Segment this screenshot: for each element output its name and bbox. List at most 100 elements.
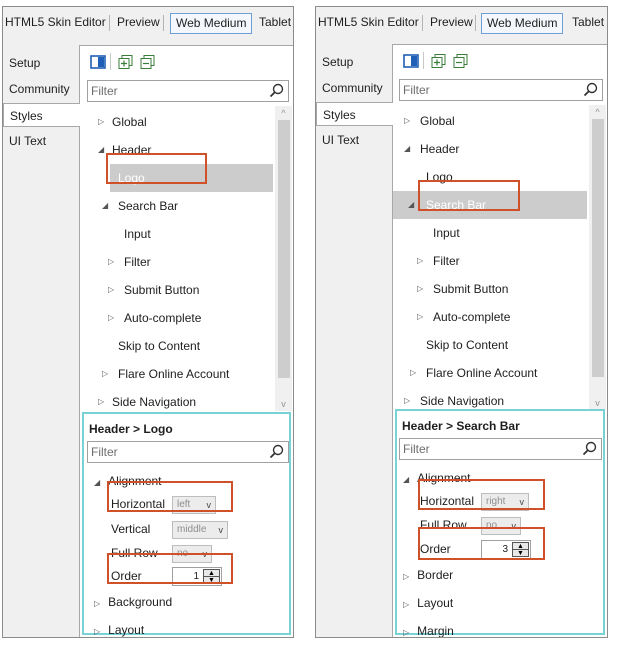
collapse-icon[interactable]: ◢ (404, 135, 410, 163)
sidetab-setup[interactable]: Setup (3, 51, 77, 75)
vertical-select[interactable]: middle v (172, 521, 228, 539)
expand-icon[interactable]: ▷ (404, 387, 410, 410)
property-group-background[interactable]: ▷ Background (94, 591, 172, 613)
tree-node-input[interactable]: Input (80, 220, 275, 248)
tree-node-auto-complete[interactable]: ▷ Auto-complete (393, 303, 589, 331)
scrollbar-thumb[interactable] (278, 120, 290, 378)
tree-node-global[interactable]: ▷ Global (393, 107, 589, 135)
tree-node-filter[interactable]: ▷ Filter (80, 248, 275, 276)
tab-preview[interactable]: Preview (430, 13, 473, 33)
full-row-select[interactable]: no v (172, 545, 212, 563)
tree-node-logo[interactable]: Logo (393, 163, 589, 191)
tab-web-medium[interactable]: Web Medium (170, 13, 253, 34)
tree-node-flare-online-account[interactable]: ▷ Flare Online Account (80, 360, 275, 388)
expand-icon[interactable]: ▷ (403, 600, 409, 609)
tab-html5-skin-editor[interactable]: HTML5 Skin Editor (318, 13, 419, 33)
stepper-buttons[interactable]: ▲ ▼ (203, 569, 220, 584)
tree-node-global[interactable]: ▷ Global (80, 108, 275, 136)
sidetab-community[interactable]: Community (3, 77, 77, 101)
tree-node-filter[interactable]: ▷ Filter (393, 247, 589, 275)
tree-scrollbar[interactable]: ^ v (589, 105, 606, 410)
collapse-icon[interactable]: ◢ (408, 191, 414, 219)
expand-icon[interactable]: ▷ (108, 276, 114, 304)
tree-node-auto-complete[interactable]: ▷ Auto-complete (80, 304, 275, 332)
stepper-down-icon[interactable]: ▼ (513, 550, 528, 557)
expand-icon[interactable]: ▷ (403, 572, 409, 581)
tab-web-medium[interactable]: Web Medium (481, 13, 564, 34)
horizontal-select[interactable]: left v (172, 496, 216, 514)
full-row-select[interactable]: no v (481, 517, 521, 535)
sidetab-ui-text[interactable]: UI Text (3, 129, 77, 153)
tree-node-side-navigation[interactable]: ▷ Side Navigation (393, 387, 589, 410)
tree-filter-input[interactable]: Filter (87, 80, 289, 102)
property-group-border[interactable]: ▷ Border (403, 564, 453, 586)
remove-item-icon[interactable] (453, 54, 469, 68)
sidetab-styles[interactable]: Styles (3, 103, 80, 127)
tree-node-skip-to-content[interactable]: Skip to Content (80, 332, 275, 360)
expand-icon[interactable]: ▷ (417, 247, 423, 275)
panel-icon[interactable] (403, 54, 419, 68)
property-group-layout[interactable]: ▷ Layout (94, 619, 144, 637)
tree-node-skip-to-content[interactable]: Skip to Content (393, 331, 589, 359)
collapse-icon[interactable]: ◢ (94, 478, 100, 487)
expand-icon[interactable]: ▷ (94, 627, 100, 636)
stepper-buttons[interactable]: ▲ ▼ (512, 542, 529, 557)
sidetab-styles[interactable]: Styles (316, 102, 393, 126)
expand-icon[interactable]: ▷ (98, 388, 104, 411)
horizontal-select[interactable]: right v (481, 493, 529, 511)
expand-icon[interactable]: ▷ (403, 628, 409, 637)
scroll-down-icon[interactable]: v (275, 397, 292, 411)
order-stepper[interactable]: 3 ▲ ▼ (481, 540, 531, 559)
expand-icon[interactable]: ▷ (102, 360, 108, 388)
property-group-alignment[interactable]: ◢ Alignment (403, 467, 471, 489)
tab-tablet[interactable]: Tablet (259, 13, 291, 33)
tree-node-input[interactable]: Input (393, 219, 589, 247)
scroll-down-icon[interactable]: v (589, 396, 606, 410)
tree-node-header[interactable]: ◢ Header (80, 136, 275, 164)
property-group-layout[interactable]: ▷ Layout (403, 592, 453, 614)
tree-node-submit-button[interactable]: ▷ Submit Button (80, 276, 275, 304)
scroll-up-icon[interactable]: ^ (275, 106, 292, 120)
tab-html5-skin-editor[interactable]: HTML5 Skin Editor (5, 13, 106, 33)
tree-node-logo[interactable]: Logo (110, 164, 273, 192)
add-item-icon[interactable] (118, 55, 134, 69)
expand-icon[interactable]: ▷ (98, 108, 104, 136)
stepper-up-icon[interactable]: ▲ (204, 570, 219, 577)
collapse-icon[interactable]: ◢ (102, 192, 108, 220)
stepper-up-icon[interactable]: ▲ (513, 543, 528, 550)
styles-content: Filter ▷ Global ◢ Header Logo ◢ Search Bar … (392, 44, 607, 637)
tree-node-side-navigation[interactable]: ▷ Side Navigation (80, 388, 275, 411)
property-group-margin[interactable]: ▷ Margin (403, 620, 454, 637)
expand-icon[interactable]: ▷ (417, 275, 423, 303)
scroll-up-icon[interactable]: ^ (589, 105, 606, 119)
sidetab-setup[interactable]: Setup (316, 50, 390, 74)
tree-node-search-bar[interactable]: ◢ Search Bar (80, 192, 275, 220)
expand-icon[interactable]: ▷ (94, 599, 100, 608)
expand-icon[interactable]: ▷ (404, 107, 410, 135)
order-stepper[interactable]: 1 ▲ ▼ (172, 567, 222, 586)
tree-node-header[interactable]: ◢ Header (393, 135, 589, 163)
tree-node-submit-button[interactable]: ▷ Submit Button (393, 275, 589, 303)
properties-filter-input[interactable]: Filter (399, 438, 602, 460)
tab-tablet[interactable]: Tablet (572, 13, 604, 33)
sidetab-ui-text[interactable]: UI Text (316, 128, 390, 152)
tree-node-search-bar[interactable]: ◢ Search Bar (393, 191, 587, 219)
tab-preview[interactable]: Preview (117, 13, 160, 33)
expand-icon[interactable]: ▷ (108, 248, 114, 276)
scrollbar-thumb[interactable] (592, 119, 604, 377)
tree-filter-input[interactable]: Filter (399, 79, 603, 101)
property-group-alignment[interactable]: ◢ Alignment (94, 470, 162, 492)
collapse-icon[interactable]: ◢ (403, 475, 409, 484)
remove-item-icon[interactable] (140, 55, 156, 69)
collapse-icon[interactable]: ◢ (98, 136, 104, 164)
add-item-icon[interactable] (431, 54, 447, 68)
tree-node-flare-online-account[interactable]: ▷ Flare Online Account (393, 359, 589, 387)
sidetab-community[interactable]: Community (316, 76, 390, 100)
panel-icon[interactable] (90, 55, 106, 69)
expand-icon[interactable]: ▷ (410, 359, 416, 387)
tree-scrollbar[interactable]: ^ v (275, 106, 292, 411)
expand-icon[interactable]: ▷ (108, 304, 114, 332)
stepper-down-icon[interactable]: ▼ (204, 577, 219, 584)
properties-filter-input[interactable]: Filter (87, 441, 289, 463)
expand-icon[interactable]: ▷ (417, 303, 423, 331)
